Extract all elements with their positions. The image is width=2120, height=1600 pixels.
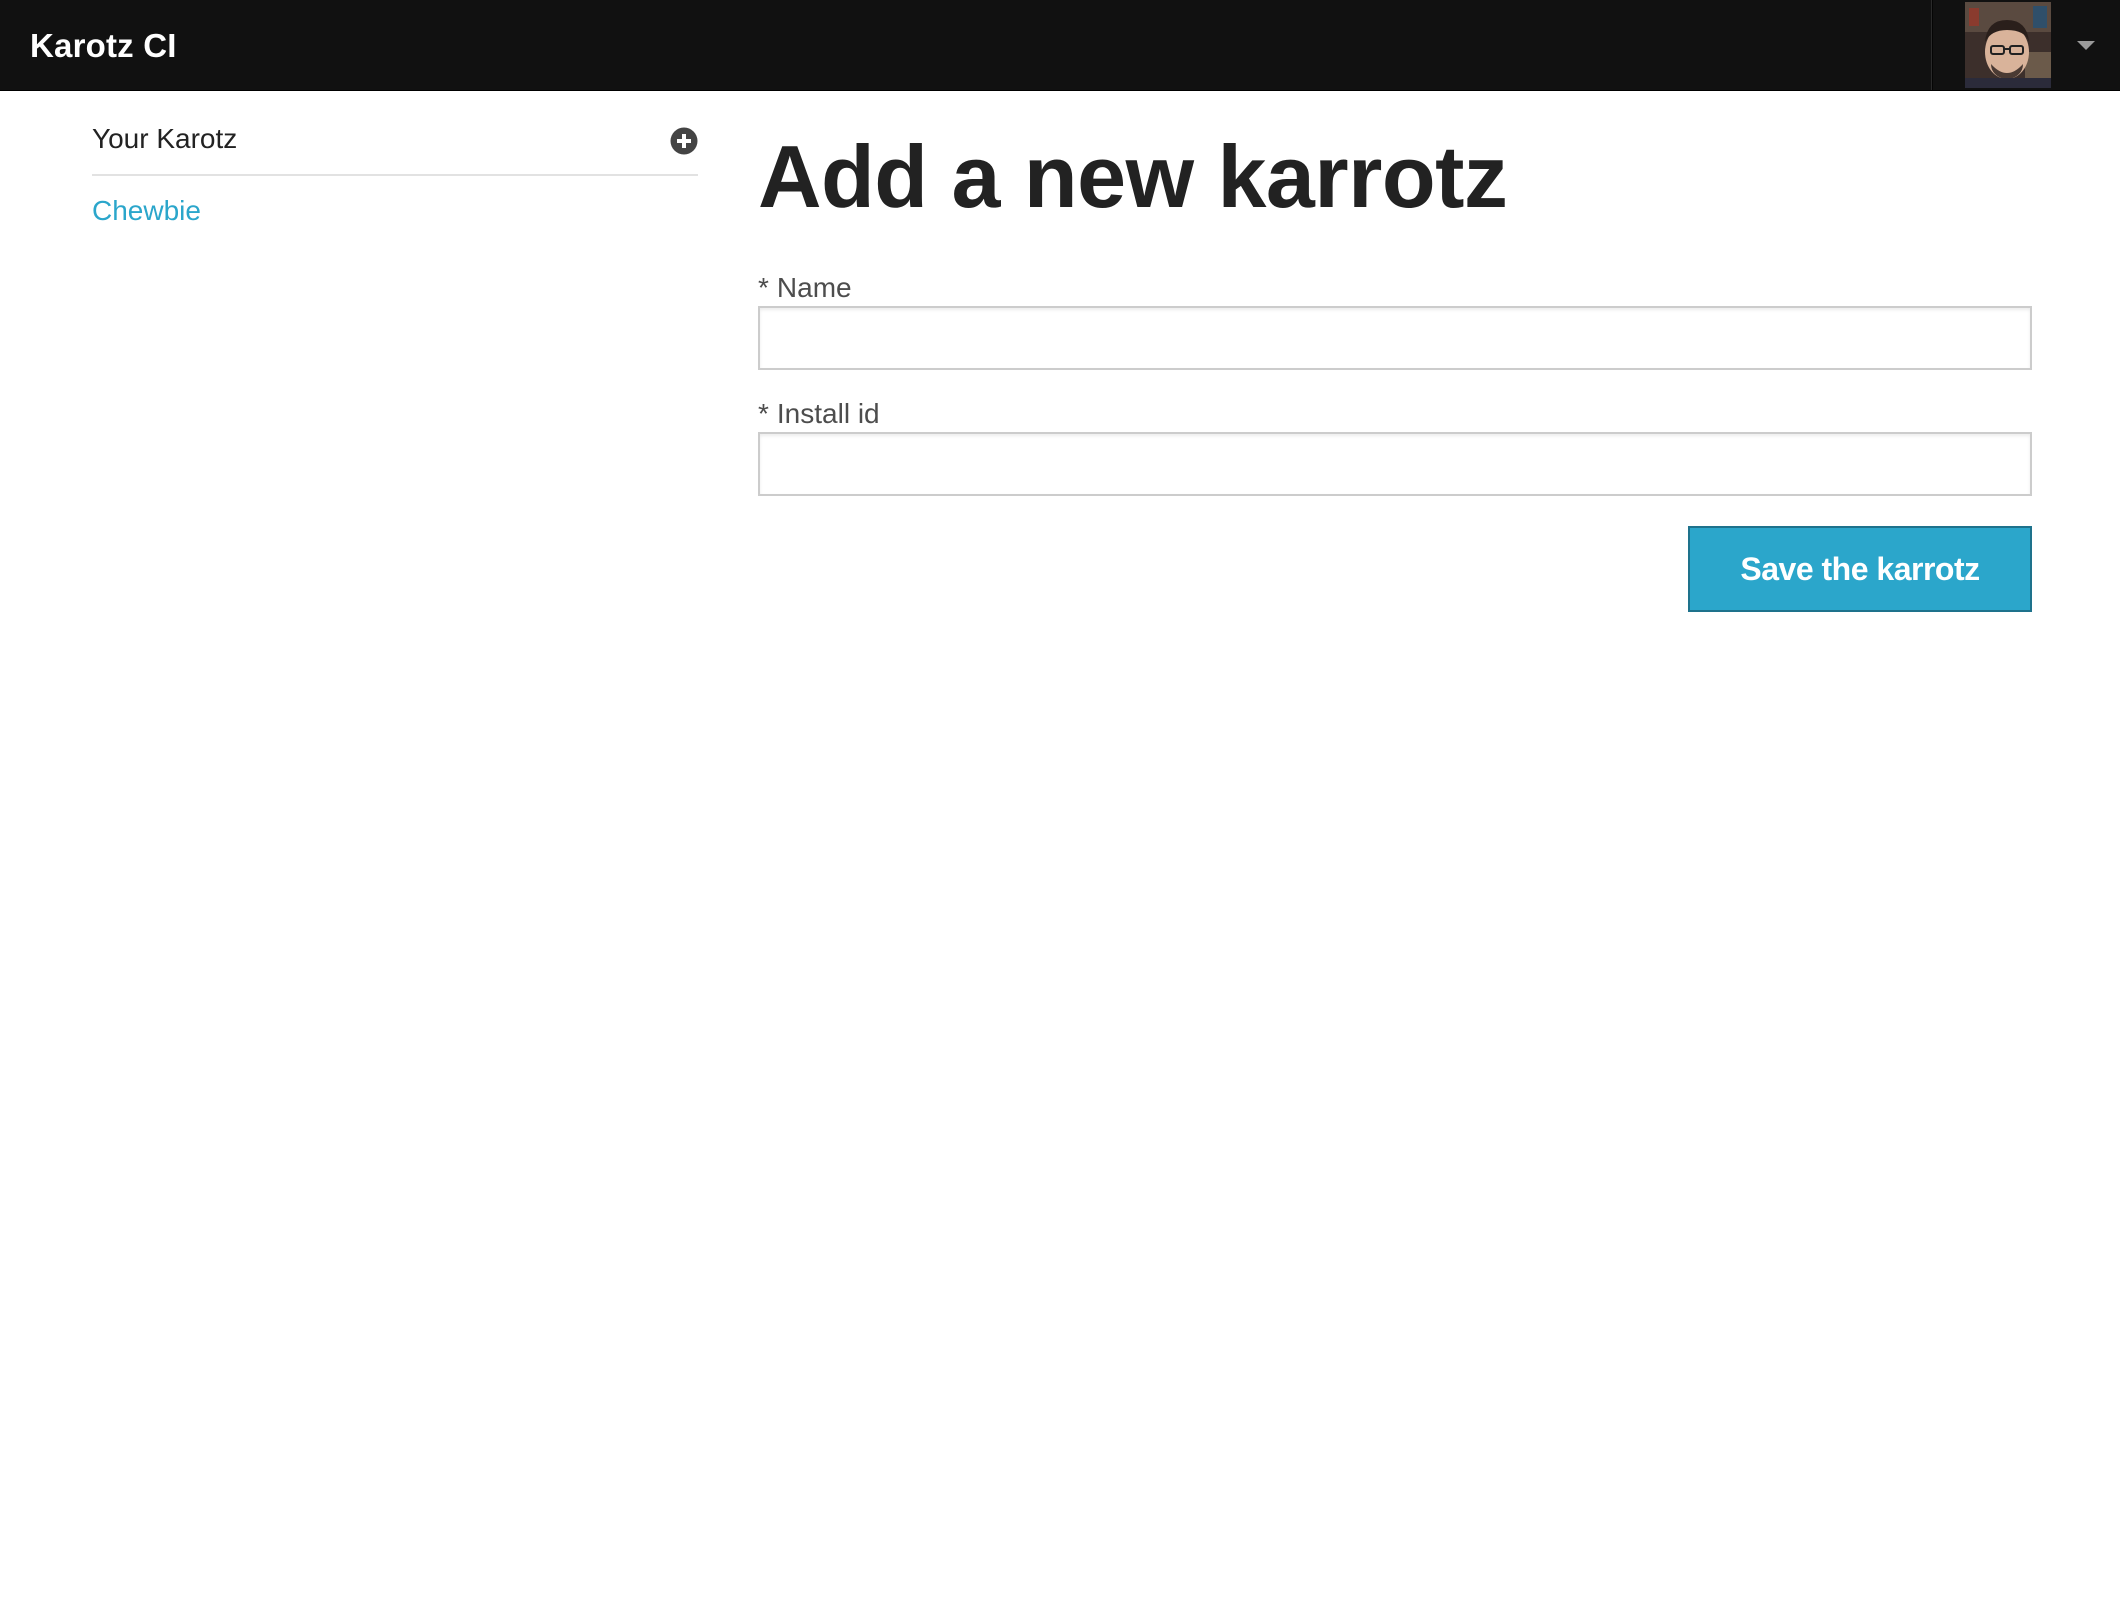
install-id-field-label: * Install id: [758, 398, 880, 430]
install-id-label-text: Install id: [776, 398, 880, 429]
sidebar-header: Your Karotz: [92, 90, 698, 176]
sidebar-item-chewbie[interactable]: Chewbie: [92, 194, 201, 228]
avatar-image: [1965, 2, 2051, 88]
sidebar: Your Karotz Chewbie: [92, 90, 698, 228]
list-item: Chewbie: [92, 176, 698, 228]
name-field-label: * Name: [758, 272, 852, 304]
required-marker: *: [758, 272, 769, 303]
user-avatar[interactable]: [1965, 2, 2051, 88]
page-title: Add a new karrotz: [758, 127, 1508, 226]
top-bar: Karotz CI: [0, 0, 2120, 91]
save-button[interactable]: Save the karrotz: [1688, 526, 2032, 612]
name-field[interactable]: [758, 306, 2032, 370]
sidebar-title: Your Karotz: [92, 123, 238, 154]
brand-link[interactable]: Karotz CI: [30, 0, 177, 90]
install-id-field[interactable]: [758, 432, 2032, 496]
plus-circle-icon[interactable]: [670, 127, 698, 155]
chevron-down-icon[interactable]: [2077, 41, 2095, 50]
name-label-text: Name: [776, 272, 852, 303]
required-marker: *: [758, 398, 769, 429]
user-menu[interactable]: [1931, 0, 2120, 90]
karotz-list: Chewbie: [92, 176, 698, 228]
